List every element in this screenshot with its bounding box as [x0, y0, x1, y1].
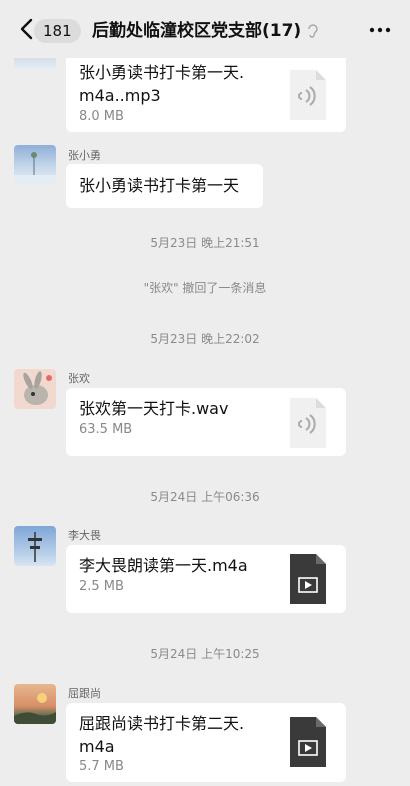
sender-name: 张小勇: [68, 149, 101, 162]
file-message-bubble[interactable]: 张小勇读书打卡第一天. m4a..mp3 8.0 MB: [66, 58, 346, 132]
sender-name: 张欢: [68, 372, 90, 385]
chat-title: 后勤处临潼校区党支部(17): [92, 21, 302, 41]
file-message-bubble[interactable]: 张欢第一天打卡.wav 63.5 MB: [66, 388, 346, 456]
video-file-icon: [290, 554, 326, 604]
timestamp: 5月23日 晚上22:02: [150, 332, 260, 346]
sender-name: 屈跟尚: [68, 687, 101, 700]
file-size: 5.7 MB: [79, 759, 124, 774]
file-name: 张小勇读书打卡第一天.: [79, 63, 245, 82]
earpiece-mode-icon: [308, 24, 318, 38]
video-file-icon: [290, 717, 326, 767]
avatar-image: [14, 152, 56, 185]
avatar[interactable]: [14, 684, 56, 724]
file-message-bubble[interactable]: 屈跟尚读书打卡第二天. m4a 5.7 MB: [66, 703, 346, 782]
file-name-continued: m4a..mp3: [79, 86, 161, 105]
avatar[interactable]: [14, 145, 56, 185]
file-name: 张欢第一天打卡.wav: [79, 399, 229, 418]
avatar[interactable]: [14, 526, 56, 566]
message-text: 张小勇读书打卡第一天: [79, 176, 240, 195]
text-message-bubble[interactable]: 张小勇读书打卡第一天: [66, 164, 263, 208]
timestamp: 5月24日 上午10:25: [150, 647, 260, 661]
file-name: 屈跟尚读书打卡第二天.: [79, 714, 245, 733]
file-name-continued: m4a: [79, 737, 115, 756]
timestamp: 5月24日 上午06:36: [150, 490, 260, 504]
recall-notice: "张欢" 撤回了一条消息: [143, 281, 267, 295]
avatar[interactable]: [14, 369, 56, 409]
unread-count-badge[interactable]: 181: [34, 19, 81, 43]
avatar-image: [14, 693, 56, 724]
header-background: 181 后勤处临潼校区党支部(17): [0, 0, 410, 58]
audio-file-icon: [290, 398, 326, 448]
more-options-icon[interactable]: [368, 20, 392, 40]
sender-name: 李大畏: [68, 529, 101, 542]
file-size: 2.5 MB: [79, 579, 124, 594]
file-size: 8.0 MB: [79, 109, 124, 124]
avatar-image: [23, 371, 52, 405]
file-message-bubble[interactable]: 李大畏朗读第一天.m4a 2.5 MB: [66, 545, 346, 613]
file-size: 63.5 MB: [79, 422, 133, 437]
audio-file-icon: [290, 70, 326, 120]
timestamp: 5月23日 晚上21:51: [150, 236, 260, 250]
avatar-image: [28, 532, 42, 562]
file-name: 李大畏朗读第一天.m4a: [79, 556, 248, 575]
